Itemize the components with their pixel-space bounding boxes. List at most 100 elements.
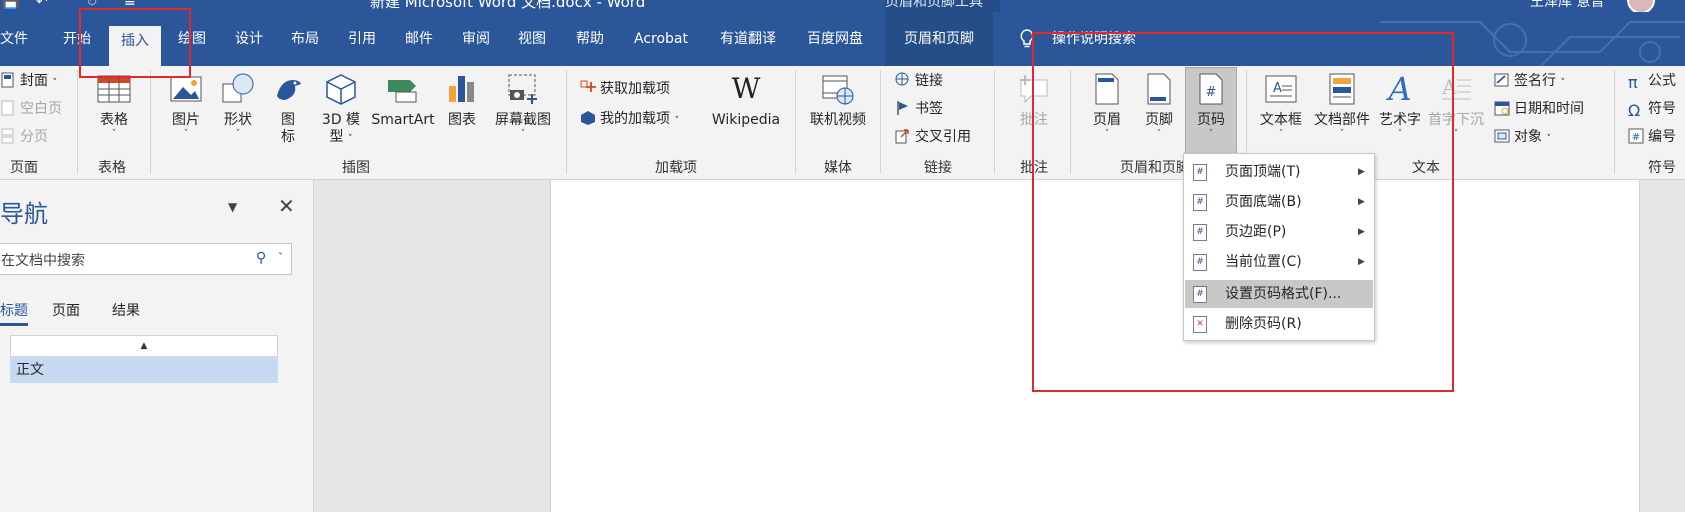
nav-tab-headings[interactable]: 标题	[0, 300, 28, 326]
equation-button[interactable]: π 公式	[1628, 70, 1676, 92]
nav-search-input[interactable]: 在文档中搜索 ⚲ ˅	[0, 243, 292, 275]
signature-line-button[interactable]: 签名行 ˅	[1494, 70, 1565, 92]
chevron-down-icon: ˅	[674, 116, 679, 126]
nav-search-placeholder: 在文档中搜索	[1, 253, 85, 269]
group-label-media: 媒体	[824, 160, 852, 176]
film-globe-icon	[821, 72, 855, 106]
number-button[interactable]: # 编号	[1628, 126, 1676, 148]
group-label-illustrations: 插图	[342, 160, 370, 176]
chevron-down-icon: ˅	[111, 129, 117, 139]
undo-dropdown-icon[interactable]: ˅	[62, 0, 69, 10]
wikipedia-button[interactable]: W Wikipedia	[708, 72, 784, 129]
smartart-button[interactable]: SmartArt	[370, 72, 436, 129]
signature-pen-icon	[1494, 72, 1510, 88]
nav-pane-title: 导航	[0, 200, 48, 228]
tab-references[interactable]: 引用	[348, 26, 376, 52]
date-time-button[interactable]: 日期和时间	[1494, 98, 1584, 120]
chevron-down-icon: ˅	[520, 129, 526, 139]
plus-store-icon	[580, 80, 596, 96]
symbol-button[interactable]: Ω 符号	[1628, 98, 1676, 120]
bookmark-button[interactable]: 书签	[895, 98, 943, 120]
link-globe-icon	[895, 72, 911, 88]
link-button[interactable]: 链接	[895, 70, 943, 92]
tab-help[interactable]: 帮助	[576, 26, 604, 52]
group-label-links: 链接	[924, 160, 952, 176]
tab-design[interactable]: 设计	[235, 26, 263, 52]
table-button[interactable]: 表格 ˅	[92, 72, 136, 139]
tab-view[interactable]: 视图	[518, 26, 546, 52]
nav-heading-item[interactable]: 正文	[10, 357, 278, 383]
nav-tab-results[interactable]: 结果	[112, 300, 140, 320]
nav-tab-pages[interactable]: 页面	[52, 300, 80, 320]
blank-page-icon	[0, 100, 16, 116]
shapes-button[interactable]: 形状 ˅	[216, 72, 260, 139]
cover-page-button[interactable]: 封面 ˅	[0, 70, 57, 92]
3d-models-button[interactable]: 3D 模 型 ˅	[316, 72, 366, 148]
document-area	[314, 180, 1685, 512]
picture-button[interactable]: 图片 ˅	[166, 72, 206, 139]
svg-text:#: #	[1632, 132, 1640, 143]
chevron-down-icon: ˅	[52, 78, 57, 88]
get-addins-button[interactable]: 获取加载项	[580, 78, 670, 100]
document-title: 新建 Microsoft Word 文档.docx - Word	[370, 0, 646, 11]
cross-reference-button[interactable]: 交叉引用	[895, 126, 971, 148]
collapse-all-icon[interactable]: ▲	[10, 335, 278, 357]
annotation-box-insert-tab	[79, 8, 191, 78]
chevron-down-icon: ˅	[235, 129, 241, 139]
user-name[interactable]: 王泽库 意晋	[1530, 0, 1604, 11]
title-bar: 💾 ↶ ˅ ↻ ≡ 新建 Microsoft Word 文档.docx - Wo…	[0, 0, 1685, 12]
smartart-icon	[386, 72, 420, 106]
object-icon	[1494, 128, 1510, 144]
save-icon[interactable]: 💾	[2, 0, 19, 10]
chart-icon	[445, 72, 479, 106]
navigation-pane: 导航 ▼ ✕ 在文档中搜索 ⚲ ˅ 标题 页面 结果 ▲ 正文	[0, 180, 314, 512]
close-icon[interactable]: ✕	[278, 194, 295, 218]
undo-icon[interactable]: ↶	[36, 0, 48, 10]
cover-page-icon	[0, 72, 16, 88]
tab-acrobat[interactable]: Acrobat	[634, 26, 688, 52]
cross-reference-icon	[895, 128, 911, 144]
chevron-down-icon: ˅	[1560, 78, 1565, 88]
flag-icon	[895, 100, 911, 116]
group-separator	[880, 70, 881, 174]
search-icon[interactable]: ⚲	[256, 250, 266, 266]
online-video-button[interactable]: 联机视频	[806, 72, 870, 129]
context-tools-title: 页眉和页脚工具	[885, 0, 983, 10]
group-separator	[795, 70, 796, 174]
object-button[interactable]: 对象 ˅	[1494, 126, 1551, 148]
nav-pane-options-icon[interactable]: ▼	[228, 200, 237, 214]
avatar[interactable]	[1627, 0, 1655, 12]
screenshot-button[interactable]: 屏幕截图 ˅	[490, 72, 556, 139]
pi-icon: π	[1628, 73, 1638, 92]
chevron-down-icon: ˅	[347, 134, 353, 144]
tab-baidu-netdisk[interactable]: 百度网盘	[807, 26, 863, 52]
tab-layout[interactable]: 布局	[291, 26, 319, 52]
group-label-table: 表格	[98, 160, 126, 176]
tab-file[interactable]: 文件	[0, 26, 28, 52]
shapes-icon	[221, 72, 255, 106]
group-separator	[150, 70, 151, 174]
chevron-down-icon: ˅	[183, 129, 189, 139]
icons-button[interactable]: 图 标	[270, 72, 306, 146]
page-break-button[interactable]: 分页	[0, 126, 48, 148]
chevron-down-icon[interactable]: ˅	[278, 252, 283, 263]
group-label-addins: 加载项	[655, 160, 697, 176]
my-addins-button[interactable]: 我的加载项 ˅	[580, 108, 679, 130]
tab-header-footer[interactable]: 页眉和页脚	[885, 12, 993, 66]
chart-button[interactable]: 图表	[444, 72, 480, 129]
tab-mailings[interactable]: 邮件	[405, 26, 433, 52]
puzzle-cube-icon	[580, 110, 596, 126]
tab-youdao[interactable]: 有道翻译	[720, 26, 776, 52]
chevron-down-icon: ˅	[1546, 134, 1551, 144]
bird-icon	[271, 72, 305, 106]
wikipedia-icon: W	[731, 72, 761, 105]
group-separator	[994, 70, 995, 174]
calendar-icon	[1494, 100, 1510, 116]
group-separator	[1614, 70, 1615, 174]
tab-review[interactable]: 审阅	[462, 26, 490, 52]
blank-page-button[interactable]: 空白页	[0, 98, 62, 120]
group-label-symbols: 符号	[1648, 160, 1676, 176]
group-separator	[566, 70, 567, 174]
screenshot-icon	[506, 72, 540, 106]
page-break-icon	[0, 128, 16, 144]
